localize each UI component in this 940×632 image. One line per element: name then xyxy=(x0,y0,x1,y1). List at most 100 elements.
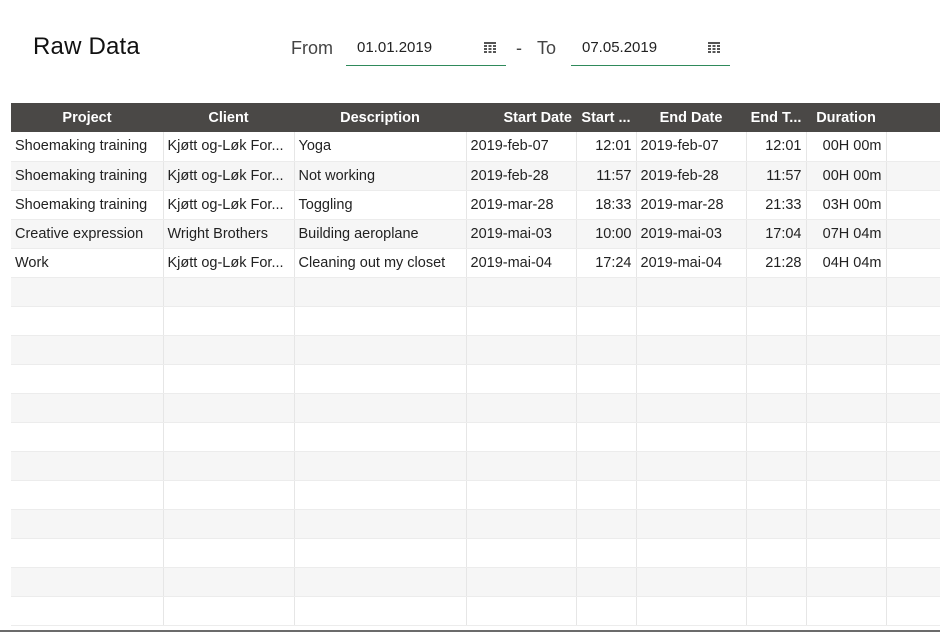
cell-duration xyxy=(806,480,887,510)
cell-description xyxy=(294,393,467,423)
cell-client[interactable]: Wright Brothers xyxy=(163,219,295,249)
cell-description[interactable]: Cleaning out my closet xyxy=(294,248,467,278)
cell-description xyxy=(294,335,467,365)
calendar-icon[interactable] xyxy=(484,42,496,53)
cell-start-date[interactable]: 2019-mai-04 xyxy=(466,248,577,278)
cell-spacer xyxy=(886,480,940,510)
cell-start-time xyxy=(576,393,637,423)
cell-duration xyxy=(806,596,887,626)
cell-project[interactable]: Work xyxy=(11,248,164,278)
column-header-project[interactable]: Project xyxy=(11,103,163,132)
cell-description[interactable]: Building aeroplane xyxy=(294,219,467,249)
column-header-end-date[interactable]: End Date xyxy=(636,103,746,132)
cell-start-date[interactable]: 2019-mar-28 xyxy=(466,190,577,220)
cell-description[interactable]: Toggling xyxy=(294,190,467,220)
cell-end-time[interactable]: 21:33 xyxy=(746,190,807,220)
cell-spacer[interactable] xyxy=(886,132,940,162)
to-date-value[interactable]: 07.05.2019 xyxy=(582,39,657,56)
from-date-picker[interactable]: 01.01.2019 xyxy=(346,34,506,66)
cell-start-time[interactable]: 10:00 xyxy=(576,219,637,249)
cell-client xyxy=(163,335,295,365)
cell-end-time[interactable]: 17:04 xyxy=(746,219,807,249)
cell-client[interactable]: Kjøtt og-Løk For... xyxy=(163,248,295,278)
column-header-start-time[interactable]: Start ... xyxy=(576,103,636,132)
cell-end-date[interactable]: 2019-mar-28 xyxy=(636,190,747,220)
table-row[interactable]: Creative expression Wright Brothers Buildi… xyxy=(11,219,940,249)
cell-spacer[interactable] xyxy=(886,190,940,220)
cell-project xyxy=(11,422,164,452)
cell-project[interactable]: Shoemaking training xyxy=(11,161,164,191)
cell-start-date[interactable]: 2019-mai-03 xyxy=(466,219,577,249)
cell-end-time xyxy=(746,335,807,365)
cell-end-time[interactable]: 12:01 xyxy=(746,132,807,162)
cell-start-date[interactable]: 2019-feb-07 xyxy=(466,132,577,162)
column-header-end-time[interactable]: End T... xyxy=(746,103,806,132)
cell-spacer[interactable] xyxy=(886,219,940,249)
cell-duration[interactable]: 00H 00m xyxy=(806,161,887,191)
cell-end-time xyxy=(746,451,807,481)
cell-description xyxy=(294,306,467,336)
cell-start-time xyxy=(576,422,637,452)
cell-project[interactable]: Creative expression xyxy=(11,219,164,249)
cell-client xyxy=(163,480,295,510)
cell-start-date xyxy=(466,451,577,481)
from-date-value[interactable]: 01.01.2019 xyxy=(357,39,432,56)
table-row[interactable]: Shoemaking training Kjøtt og-Løk For... To… xyxy=(11,190,940,220)
cell-start-date xyxy=(466,480,577,510)
cell-start-date[interactable]: 2019-feb-28 xyxy=(466,161,577,191)
cell-duration[interactable]: 07H 04m xyxy=(806,219,887,249)
cell-duration[interactable]: 03H 00m xyxy=(806,190,887,220)
cell-description[interactable]: Yoga xyxy=(294,132,467,162)
cell-start-time xyxy=(576,451,637,481)
cell-spacer xyxy=(886,306,940,336)
column-header-start-date[interactable]: Start Date xyxy=(466,103,576,132)
cell-end-time xyxy=(746,538,807,568)
cell-end-date[interactable]: 2019-mai-03 xyxy=(636,219,747,249)
cell-description xyxy=(294,364,467,394)
cell-duration[interactable]: 04H 04m xyxy=(806,248,887,278)
cell-start-date xyxy=(466,277,577,307)
empty-table-row xyxy=(11,393,940,423)
empty-table-row xyxy=(11,277,940,307)
cell-duration xyxy=(806,451,887,481)
empty-table-row xyxy=(11,480,940,510)
cell-project[interactable]: Shoemaking training xyxy=(11,132,164,162)
cell-duration[interactable]: 00H 00m xyxy=(806,132,887,162)
cell-spacer xyxy=(886,335,940,365)
cell-start-date xyxy=(466,567,577,597)
table-row[interactable]: Work Kjøtt og-Løk For... Cleaning out my c… xyxy=(11,248,940,278)
cell-client[interactable]: Kjøtt og-Løk For... xyxy=(163,132,295,162)
cell-end-time xyxy=(746,567,807,597)
table-row[interactable]: Shoemaking training Kjøtt og-Løk For... Yo… xyxy=(11,132,940,162)
cell-end-date xyxy=(636,596,747,626)
cell-client[interactable]: Kjøtt og-Løk For... xyxy=(163,190,295,220)
cell-duration xyxy=(806,422,887,452)
cell-end-time[interactable]: 21:28 xyxy=(746,248,807,278)
cell-start-date xyxy=(466,306,577,336)
cell-start-time xyxy=(576,364,637,394)
cell-spacer[interactable] xyxy=(886,161,940,191)
cell-end-date[interactable]: 2019-mai-04 xyxy=(636,248,747,278)
column-header-description[interactable]: Description xyxy=(294,103,466,132)
cell-start-time[interactable]: 11:57 xyxy=(576,161,637,191)
cell-spacer[interactable] xyxy=(886,248,940,278)
cell-project[interactable]: Shoemaking training xyxy=(11,190,164,220)
column-header-duration[interactable]: Duration xyxy=(806,103,886,132)
cell-client[interactable]: Kjøtt og-Løk For... xyxy=(163,161,295,191)
calendar-icon[interactable] xyxy=(708,42,720,53)
table-row[interactable]: Shoemaking training Kjøtt og-Løk For... No… xyxy=(11,161,940,191)
cell-start-time xyxy=(576,567,637,597)
cell-start-time[interactable]: 12:01 xyxy=(576,132,637,162)
column-header-client[interactable]: Client xyxy=(163,103,294,132)
cell-start-time[interactable]: 17:24 xyxy=(576,248,637,278)
raw-data-screen: Raw Data From 01.01.2019 - To 07.05.2019 xyxy=(0,0,940,632)
to-date-picker[interactable]: 07.05.2019 xyxy=(571,34,730,66)
cell-start-time[interactable]: 18:33 xyxy=(576,190,637,220)
from-label: From xyxy=(291,38,333,58)
cell-duration xyxy=(806,393,887,423)
cell-end-date[interactable]: 2019-feb-07 xyxy=(636,132,747,162)
empty-table-row xyxy=(11,451,940,481)
cell-description[interactable]: Not working xyxy=(294,161,467,191)
cell-end-date[interactable]: 2019-feb-28 xyxy=(636,161,747,191)
cell-end-time[interactable]: 11:57 xyxy=(746,161,807,191)
